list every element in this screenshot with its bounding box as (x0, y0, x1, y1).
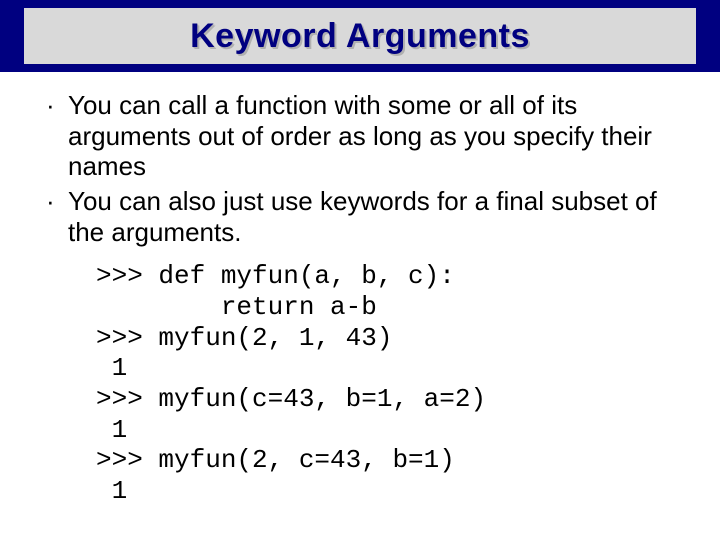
slide-body: · You can call a function with some or a… (46, 90, 684, 507)
title-box: Keyword Arguments (24, 8, 696, 64)
code-block: >>> def myfun(a, b, c): return a-b >>> m… (96, 261, 684, 506)
bullet-list: · You can call a function with some or a… (46, 90, 684, 247)
bullet-marker: · (46, 90, 68, 182)
slide: Keyword Arguments · You can call a funct… (0, 0, 720, 540)
bullet-item: · You can call a function with some or a… (46, 90, 684, 182)
bullet-text: You can call a function with some or all… (68, 90, 684, 182)
bullet-item: · You can also just use keywords for a f… (46, 186, 684, 247)
bullet-text: You can also just use keywords for a fin… (68, 186, 684, 247)
title-bar: Keyword Arguments (0, 0, 720, 72)
bullet-marker: · (46, 186, 68, 247)
slide-title: Keyword Arguments (190, 17, 530, 56)
